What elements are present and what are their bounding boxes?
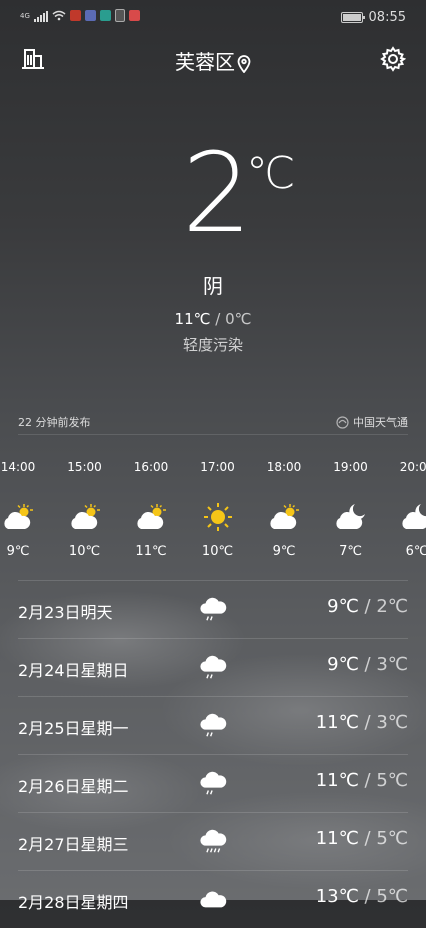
light-rain-icon — [200, 713, 227, 737]
header: 芙蓉区 — [0, 40, 426, 80]
divider — [18, 434, 408, 435]
light-rain-icon — [200, 655, 227, 679]
partly-cloudy-night-icon — [402, 504, 426, 529]
daily-low: 3℃ — [376, 712, 408, 733]
light-rain-icon — [200, 597, 227, 621]
daily-high: 11℃ — [315, 828, 359, 849]
network-type: 4G — [20, 11, 30, 20]
daily-separator: / — [358, 596, 377, 617]
moderate-rain-icon — [200, 829, 227, 853]
hourly-temp: 10℃ — [201, 544, 234, 559]
daily-separator: / — [358, 886, 377, 907]
hourly-time: 14:00 — [0, 460, 36, 474]
hourly-time: 17:00 — [200, 460, 235, 474]
daily-temp: 13℃ / 5℃ — [316, 886, 408, 907]
daily-high: 9℃ — [327, 654, 359, 675]
daily-separator: / — [358, 828, 377, 849]
daily-row[interactable]: 2月24日星期日 9℃ / 3℃ — [18, 638, 408, 696]
air-quality[interactable]: 轻度污染 — [0, 334, 426, 355]
hourly-temp: 9℃ — [6, 544, 30, 559]
daily-temp: 9℃ / 2℃ — [327, 596, 408, 617]
partly-cloudy-night-icon — [335, 504, 365, 529]
daily-forecast: 2月23日明天 9℃ / 2℃ 2月24日星期日 9℃ / 3℃ 2月25日星期一 11℃… — [18, 580, 408, 928]
notification-app-icon — [69, 10, 81, 21]
daily-separator: / — [358, 770, 377, 791]
today-low: 0℃ — [225, 310, 252, 328]
hourly-time: 15:00 — [67, 460, 102, 474]
status-left: 4G — [20, 9, 140, 22]
daily-date: 2月24日星期日 — [18, 661, 129, 680]
hourly-temp: 6℃ — [405, 544, 426, 559]
wifi-icon — [52, 10, 66, 21]
daily-separator: / — [358, 712, 377, 733]
publish-info: 22 分钟前发布 中国天气通 — [18, 414, 408, 434]
daily-date: 2月27日星期三 — [18, 835, 129, 854]
status-right: 08:55 — [340, 10, 406, 25]
current-temperature: 2 — [182, 129, 252, 257]
sunny-icon — [203, 503, 232, 531]
hourly-time: 18:00 — [266, 460, 302, 474]
partly-cloudy-day-icon — [270, 504, 299, 529]
daily-low: 3℃ — [376, 654, 408, 675]
status-time: 08:55 — [368, 10, 406, 25]
daily-high: 11℃ — [315, 712, 359, 733]
daily-high: 11℃ — [315, 770, 359, 791]
location-name: 芙蓉区 — [175, 50, 235, 74]
daily-temp: 9℃ / 3℃ — [327, 654, 408, 675]
signal-icon — [33, 10, 48, 22]
daily-separator: / — [358, 654, 377, 675]
daily-row[interactable]: 2月25日星期一 11℃ / 3℃ — [18, 696, 408, 754]
hourly-temp: 11℃ — [135, 544, 167, 559]
partly-cloudy-day-icon — [70, 504, 100, 529]
daily-date: 2月26日星期二 — [18, 777, 129, 796]
daily-date: 2月23日明天 — [18, 603, 113, 622]
current-condition: 阴 — [203, 274, 223, 298]
temperature-unit: ℃ — [246, 148, 296, 199]
hourly-temp: 9℃ — [272, 544, 296, 559]
range-separator: / — [210, 310, 226, 328]
data-source: 中国天气通 — [336, 414, 408, 430]
daily-high: 9℃ — [327, 596, 359, 617]
location-pin-icon — [237, 54, 251, 73]
hourly-time: 16:00 — [133, 460, 169, 474]
hourly-temp: 7℃ — [339, 544, 362, 559]
daily-low: 5℃ — [376, 828, 408, 849]
settings-button[interactable] — [380, 46, 407, 72]
notification-app-icon — [84, 10, 96, 21]
hourly-forecast[interactable]: 14:00 9℃ 15:00 10℃ 16:00 11℃ 17:00 10℃ 18:00 9℃ 19… — [0, 456, 426, 566]
partly-cloudy-day-icon — [137, 504, 166, 529]
daily-date: 2月28日星期四 — [18, 893, 129, 912]
notification-app-icon — [99, 10, 111, 21]
daily-row[interactable]: 2月27日星期三 11℃ / 5℃ — [18, 812, 408, 870]
daily-row[interactable]: 2月26日星期二 11℃ / 5℃ — [18, 754, 408, 812]
hourly-temp: 10℃ — [68, 544, 101, 559]
gear-icon — [380, 46, 407, 72]
notification-app-icon — [114, 9, 125, 22]
daily-row[interactable]: 2月28日星期四 13℃ / 5℃ — [18, 870, 408, 928]
daily-temp: 11℃ / 5℃ — [316, 770, 408, 791]
daily-low: 5℃ — [376, 770, 408, 791]
daily-temp: 11℃ / 3℃ — [316, 712, 408, 733]
light-rain-icon — [200, 771, 227, 795]
hourly-time: 20:00 — [399, 460, 426, 474]
status-bar: 4G 08:55 — [0, 0, 426, 36]
partly-cloudy-day-icon — [4, 504, 33, 529]
publish-time: 22 分钟前发布 — [18, 416, 91, 429]
today-high: 11℃ — [174, 310, 211, 328]
daily-low: 2℃ — [376, 596, 408, 617]
source-name: 中国天气通 — [353, 416, 408, 429]
daily-temp: 11℃ / 5℃ — [316, 828, 408, 849]
cloudy-icon — [200, 891, 227, 908]
today-range: 11℃ / 0℃ — [0, 310, 426, 328]
battery-icon — [340, 12, 365, 23]
location-title[interactable]: 芙蓉区 — [0, 46, 426, 75]
daily-row[interactable]: 2月23日明天 9℃ / 2℃ — [18, 580, 408, 638]
hourly-time: 19:00 — [333, 460, 368, 474]
daily-date: 2月25日星期一 — [18, 719, 129, 738]
weather-source-logo-icon — [336, 415, 349, 429]
daily-high: 13℃ — [315, 886, 359, 907]
notification-app-icon — [128, 10, 140, 21]
daily-low: 5℃ — [376, 886, 408, 907]
